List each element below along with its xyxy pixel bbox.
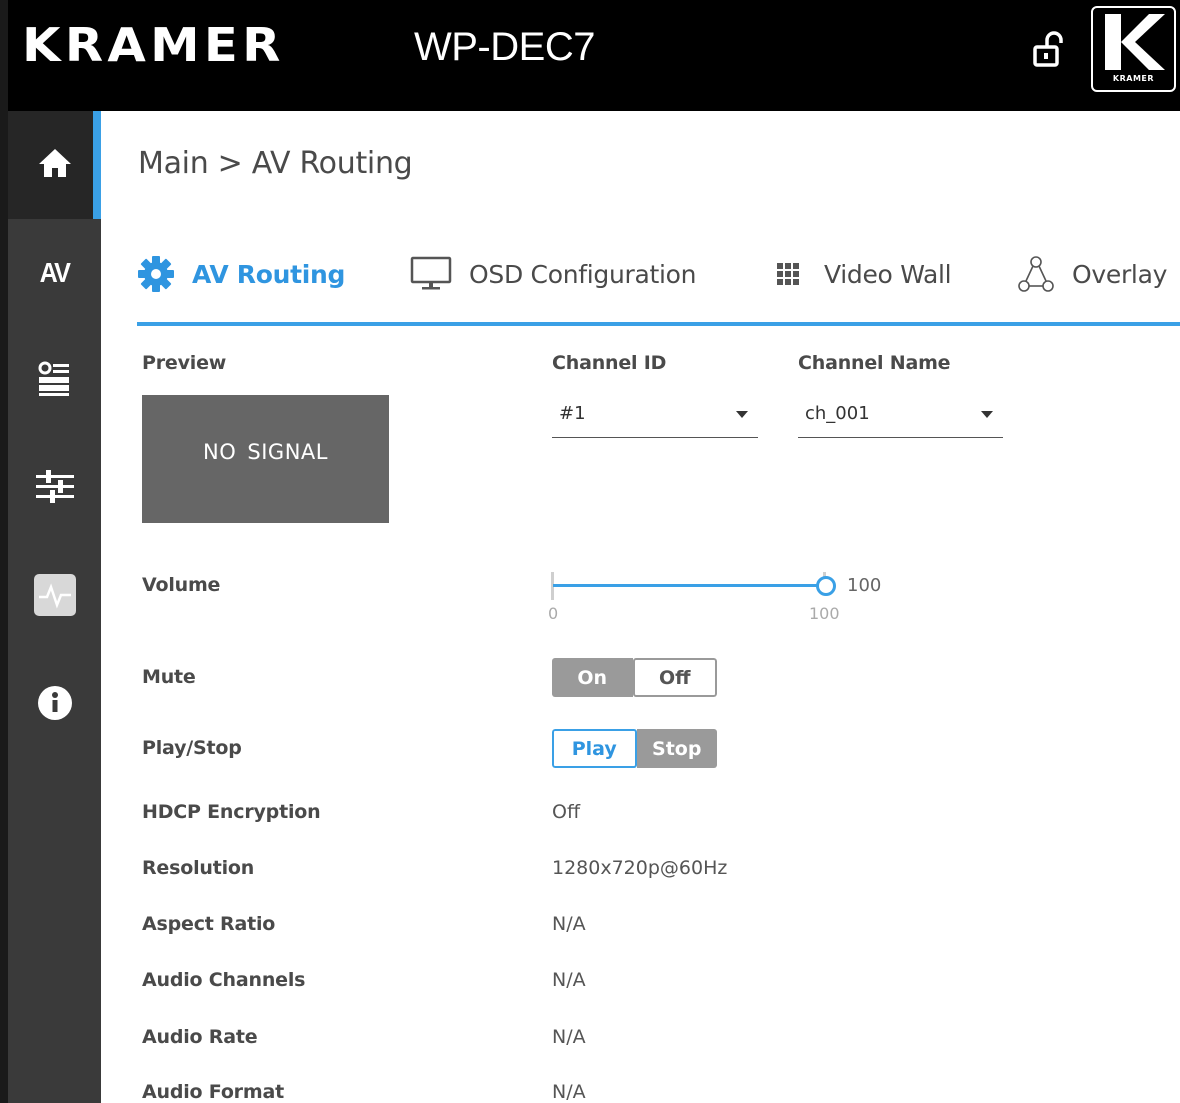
stop-button[interactable]: Stop: [636, 729, 717, 768]
tab-overlay[interactable]: Overlay: [1017, 248, 1167, 300]
slider-track[interactable]: [553, 584, 825, 587]
audio-format-value: N/A: [552, 1081, 586, 1103]
tab-video-wall[interactable]: Video Wall: [775, 248, 952, 300]
preview-pane: NO SIGNAL: [142, 395, 389, 523]
tab-bar: AV Routing OSD Configuration Video Wall: [137, 248, 1180, 328]
breadcrumb: Main > AV Routing: [138, 146, 413, 181]
sidebar-item-av[interactable]: AV: [8, 219, 101, 327]
home-icon: [37, 147, 73, 184]
aspect-ratio-label: Aspect Ratio: [142, 913, 276, 935]
slider-thumb[interactable]: [816, 576, 836, 596]
tab-osd-configuration[interactable]: OSD Configuration: [410, 248, 697, 300]
sliders-icon: [34, 468, 76, 511]
aspect-ratio-value: N/A: [552, 913, 586, 935]
channel-id-select[interactable]: #1: [552, 394, 758, 438]
sidebar-item-diagnostics[interactable]: [8, 543, 101, 651]
chevron-down-icon: [736, 411, 748, 418]
slider-min-label: 0: [548, 604, 559, 623]
sidebar-item-settings[interactable]: [8, 435, 101, 543]
channel-name-label: Channel Name: [798, 352, 951, 374]
chevron-down-icon: [981, 411, 993, 418]
volume-slider[interactable]: 0 100 100: [548, 570, 881, 630]
channel-name-select[interactable]: ch_001: [798, 394, 1003, 438]
audio-format-label: Audio Format: [142, 1081, 284, 1103]
mute-on-button[interactable]: On: [552, 658, 633, 697]
mute-label: Mute: [142, 666, 196, 688]
mute-off-button[interactable]: Off: [632, 658, 717, 697]
diagnostics-icon: [33, 573, 77, 622]
monitor-icon: [410, 256, 452, 292]
preview-label: Preview: [142, 352, 227, 374]
sidebar-item-info[interactable]: [8, 651, 101, 759]
tab-av-routing[interactable]: AV Routing: [137, 248, 345, 300]
resolution-value: 1280x720p@60Hz: [552, 857, 728, 879]
play-stop-toggle: Play Stop: [552, 729, 717, 768]
av-icon: AV: [39, 257, 71, 288]
channel-name-value: ch_001: [805, 403, 870, 424]
grid-icon: [775, 261, 807, 287]
play-stop-label: Play/Stop: [142, 737, 242, 759]
gear-icon: [137, 255, 175, 293]
tab-label: Overlay: [1072, 259, 1168, 289]
audio-rate-value: N/A: [552, 1026, 586, 1048]
device-settings-icon: [36, 360, 74, 403]
hdcp-encryption-label: HDCP Encryption: [142, 801, 321, 823]
sidebar-item-home[interactable]: [8, 111, 101, 219]
brand-wordmark: KRAMER: [22, 18, 285, 72]
tab-label: Video Wall: [824, 259, 952, 289]
hdcp-encryption-value: Off: [552, 801, 581, 823]
volume-value: 100: [847, 575, 882, 596]
left-edge-strip: [0, 0, 8, 1103]
audio-rate-label: Audio Rate: [142, 1026, 258, 1048]
overlay-icon: [1017, 255, 1055, 293]
tab-underline: [137, 322, 1180, 326]
sidebar-item-device-settings[interactable]: [8, 327, 101, 435]
logo-caption: KRAMER: [1112, 74, 1155, 83]
top-header: KRAMER WP-DEC7 KRAMER: [8, 0, 1180, 111]
tab-label: AV Routing: [192, 259, 346, 289]
channel-id-value: #1: [559, 403, 586, 424]
mute-toggle: On Off: [552, 658, 717, 697]
sidebar-nav: AV: [8, 111, 101, 1103]
volume-label: Volume: [142, 574, 221, 596]
play-button[interactable]: Play: [552, 729, 637, 768]
resolution-label: Resolution: [142, 857, 255, 879]
info-icon: [37, 685, 73, 726]
device-model-title: WP-DEC7: [414, 25, 595, 69]
audio-channels-label: Audio Channels: [142, 969, 306, 991]
audio-channels-value: N/A: [552, 969, 586, 991]
kramer-logo: KRAMER: [1091, 6, 1176, 92]
channel-id-label: Channel ID: [552, 352, 667, 374]
tab-label: OSD Configuration: [469, 259, 697, 289]
unlocked-padlock-icon[interactable]: [1030, 30, 1070, 70]
slider-max-label: 100: [809, 604, 840, 623]
